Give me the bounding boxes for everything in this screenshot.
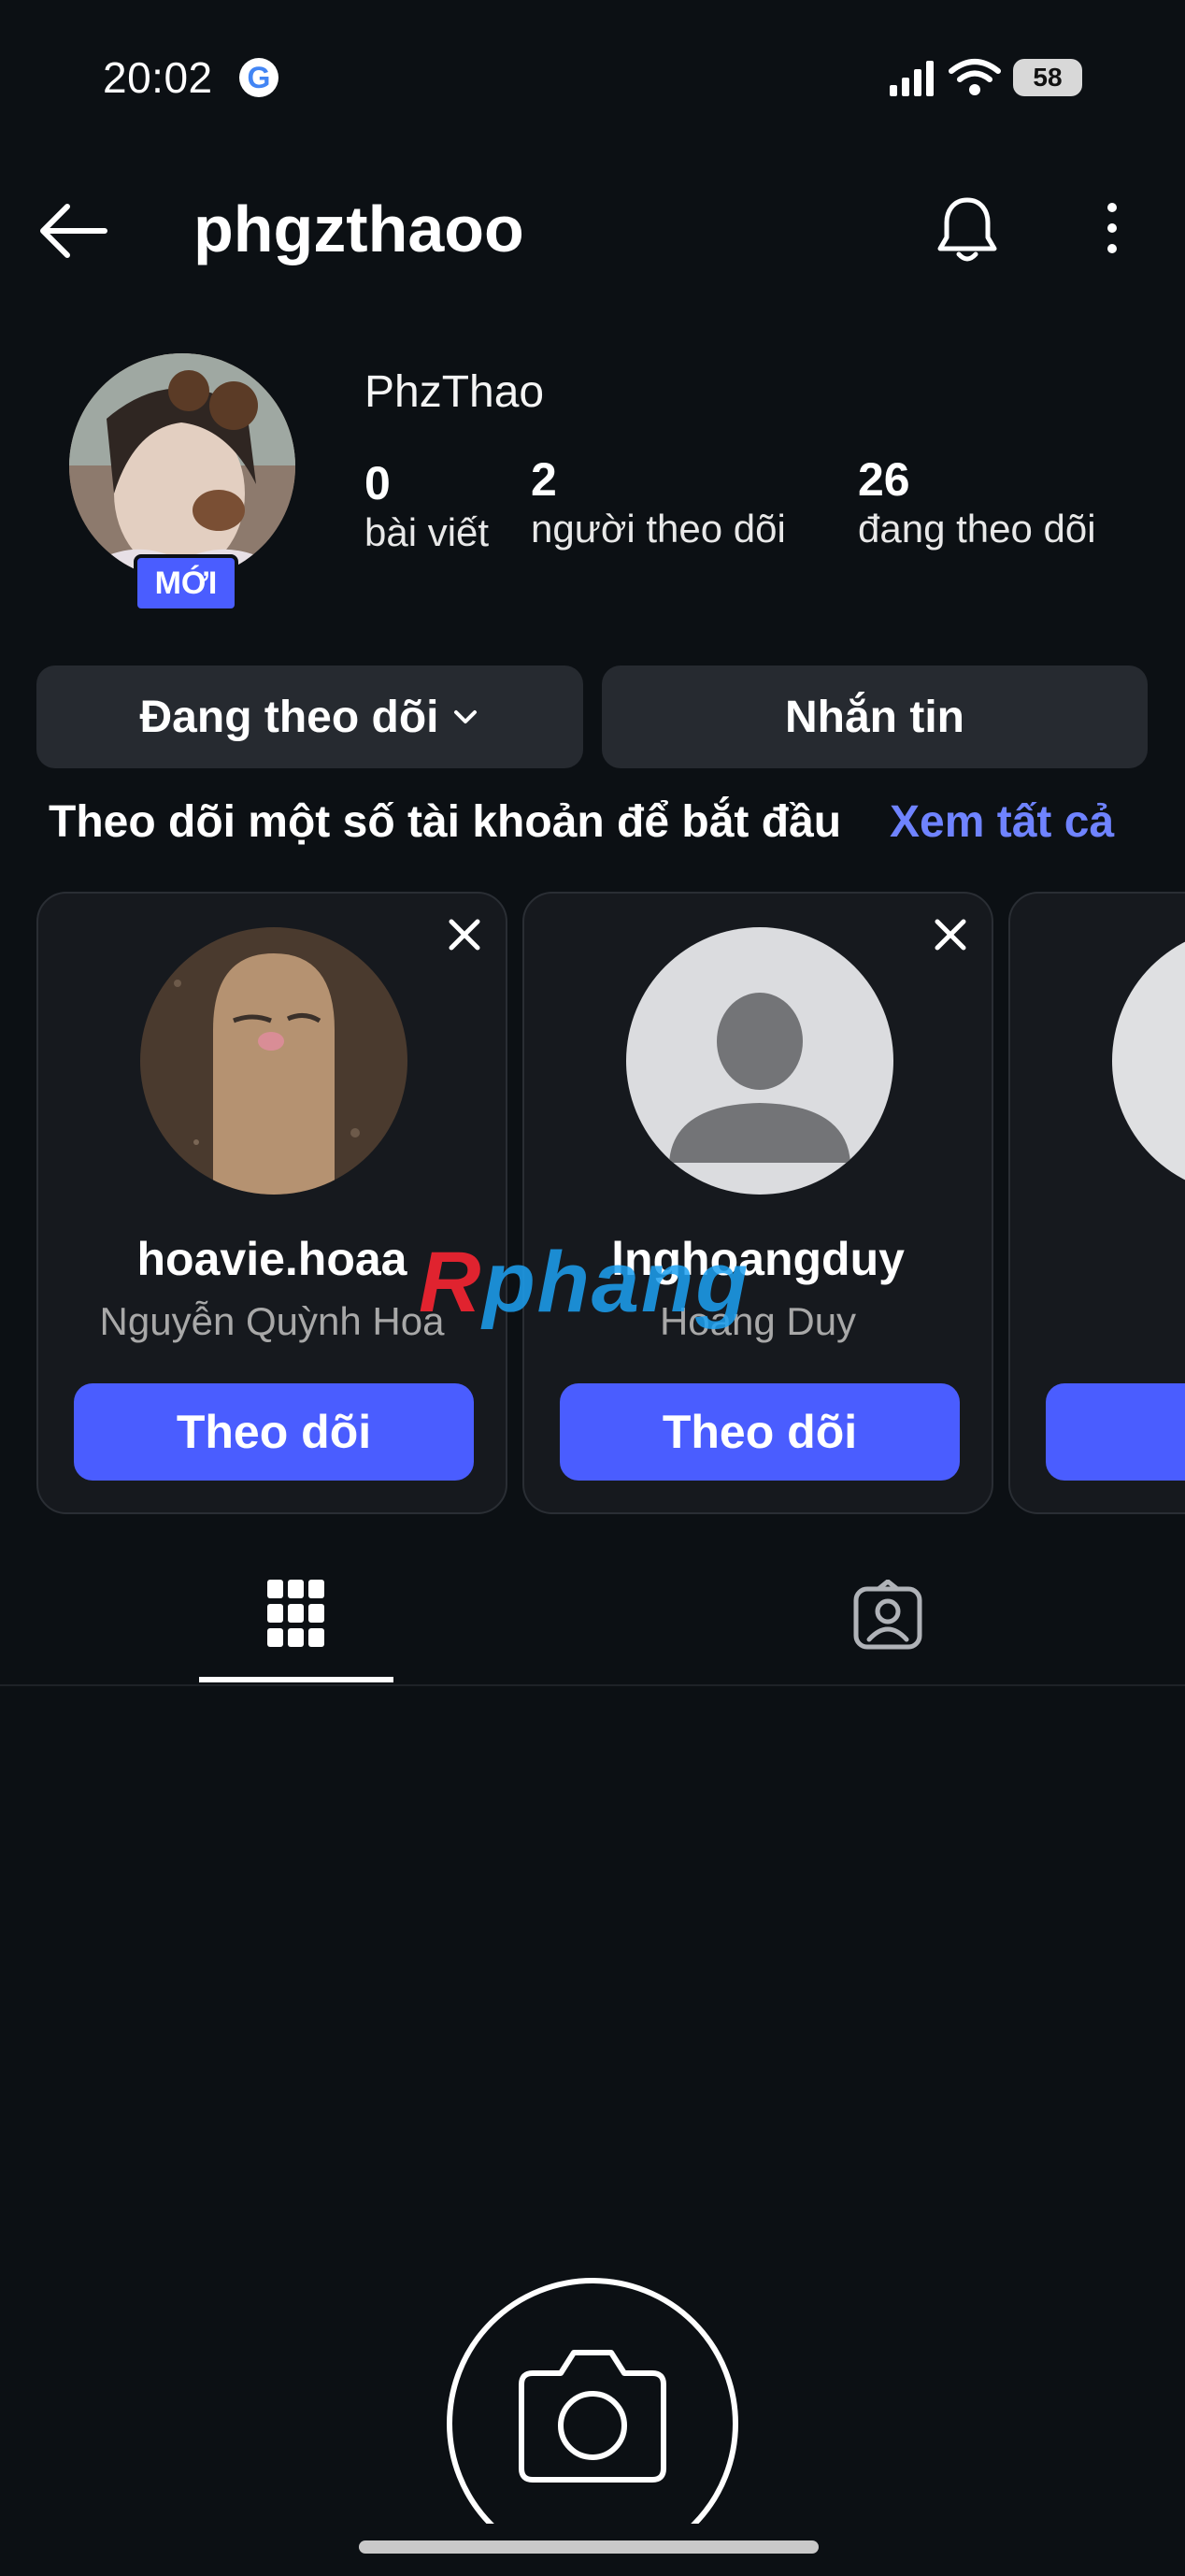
watermark: Rphang (419, 1234, 750, 1332)
close-icon[interactable] (448, 918, 481, 952)
signal-icon (890, 61, 934, 96)
close-icon[interactable] (934, 918, 967, 952)
active-tab-indicator (199, 1677, 393, 1682)
display-name: PhzThao (364, 367, 545, 417)
stat-followers[interactable]: 2 người theo dõi (531, 452, 786, 551)
watermark-first: R (419, 1235, 483, 1330)
chevron-down-icon (454, 710, 478, 723)
more-options-icon[interactable] (1095, 200, 1129, 256)
follow-button[interactable]: Theo dõi (560, 1383, 960, 1481)
suggestion-username: zur (1010, 1232, 1185, 1286)
google-icon: G (239, 58, 278, 97)
suggestion-card-clip: zur n Th (1008, 892, 1185, 1514)
profile-avatar[interactable] (69, 353, 295, 580)
avatar-photo (69, 353, 295, 580)
suggestion-avatar[interactable] (1112, 927, 1185, 1195)
tagged-icon[interactable] (852, 1580, 923, 1651)
message-button-label: Nhắn tin (785, 692, 964, 742)
following-dropdown-button[interactable]: Đang theo dõi (36, 665, 583, 768)
suggestions-title: Theo dõi một số tài khoản để bắt đầu (49, 797, 842, 847)
grid-icon[interactable] (267, 1580, 325, 1647)
tab-divider (0, 1684, 1185, 1686)
stat-posts-label: bài viết (364, 510, 490, 554)
default-avatar-icon (626, 927, 893, 1195)
status-icons: 58 (888, 58, 1082, 97)
suggestion-card[interactable]: hoavie.hoaa Nguyễn Quỳnh Hoa Theo dõi (36, 892, 507, 1514)
following-button-label: Đang theo dõi (139, 692, 439, 742)
stat-posts-count: 0 (364, 457, 391, 509)
stat-followers-label: người theo dõi (531, 507, 786, 551)
stat-following[interactable]: 26 đang theo dõi (858, 452, 1096, 551)
suggestion-card[interactable]: lnghoangduy Hoang Duy Theo dõi (522, 892, 993, 1514)
suggestion-avatar[interactable] (626, 927, 893, 1195)
stat-posts[interactable]: 0 bài viết (364, 456, 489, 555)
follow-button[interactable]: Theo dõi (74, 1383, 474, 1481)
message-button[interactable]: Nhắn tin (602, 665, 1148, 768)
status-time: 20:02 (103, 53, 213, 102)
new-badge: MỚI (134, 554, 238, 612)
avatar-photo (1112, 927, 1185, 1195)
wifi-icon (949, 59, 1001, 95)
suggestion-fullname: n (1010, 1299, 1185, 1344)
avatar-photo (140, 927, 407, 1195)
see-all-link[interactable]: Xem tất cả (890, 796, 1114, 848)
follow-button[interactable]: Th (1046, 1383, 1185, 1481)
camera-icon (519, 2350, 666, 2483)
suggestion-avatar[interactable] (140, 927, 407, 1195)
back-arrow-icon[interactable] (36, 198, 110, 264)
stat-followers-count: 2 (531, 453, 557, 506)
stat-following-count: 26 (858, 453, 910, 506)
home-indicator[interactable] (359, 2540, 819, 2554)
watermark-rest: phang (482, 1235, 750, 1330)
stat-following-label: đang theo dõi (858, 507, 1096, 551)
suggestion-card[interactable]: zur n Th (1008, 892, 1185, 1514)
battery-indicator: 58 (1013, 59, 1082, 96)
page-title-username: phgzthaoo (193, 193, 524, 265)
bell-icon[interactable] (935, 194, 1000, 265)
